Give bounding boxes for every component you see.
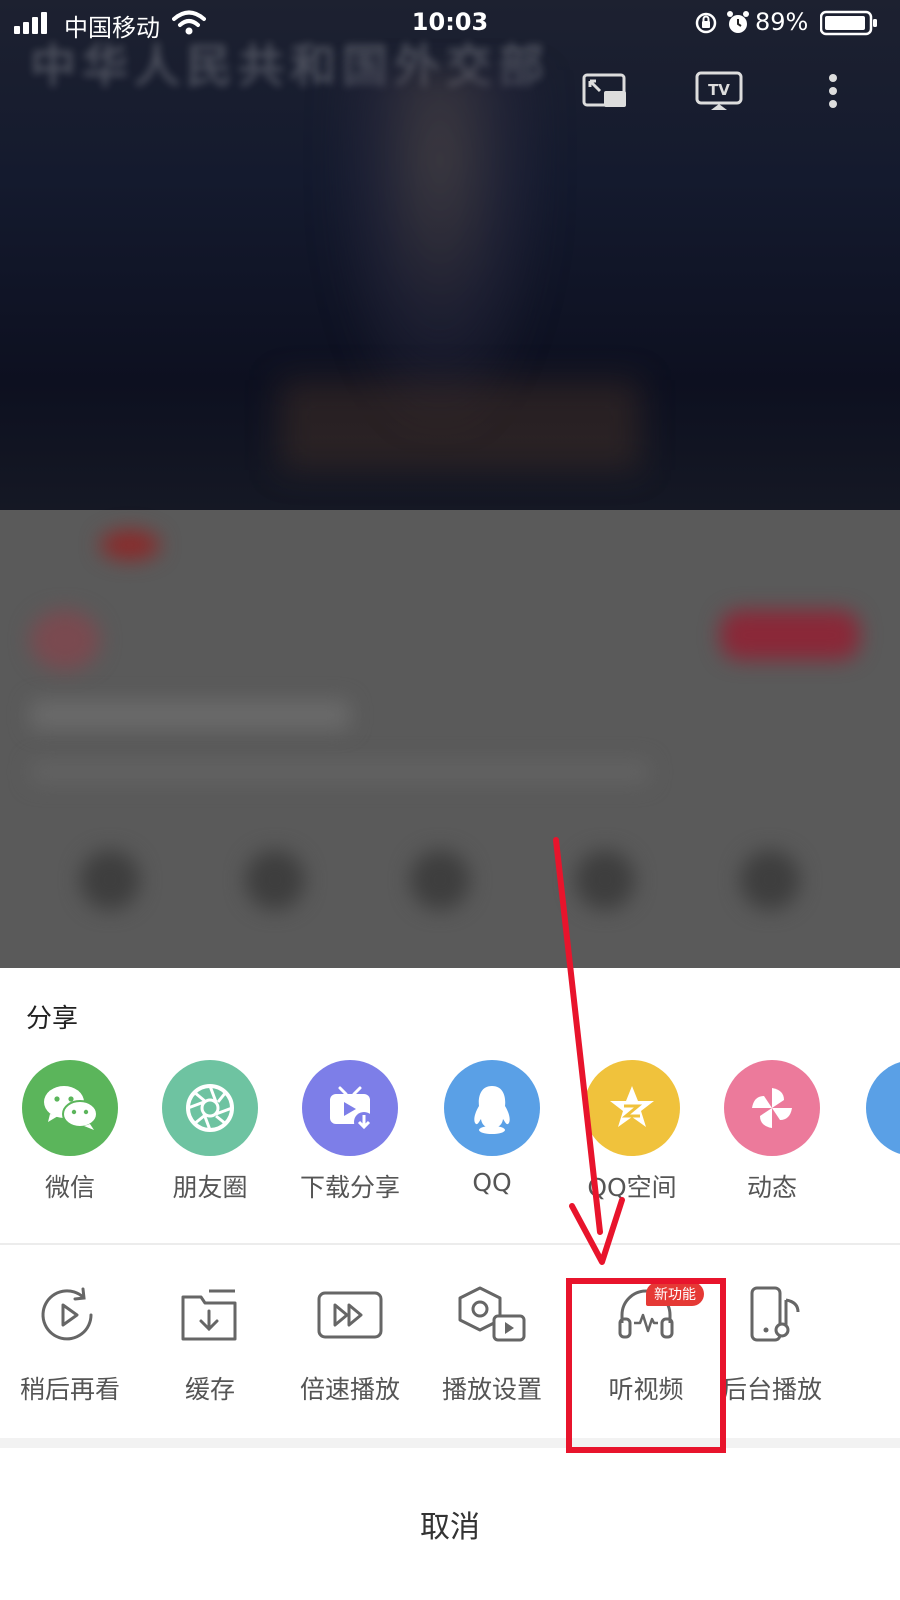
- share-label: QQ: [472, 1168, 512, 1197]
- share-download[interactable]: 下载分享: [278, 1060, 422, 1204]
- share-qq[interactable]: QQ: [420, 1060, 564, 1197]
- video-player-background: 中华人民共和国外交部: [0, 0, 900, 510]
- moments-icon: [162, 1060, 258, 1156]
- share-moments[interactable]: 朋友圈: [138, 1060, 282, 1204]
- action-label: 稍后再看: [19, 1375, 120, 1404]
- cache-icon: [170, 1280, 250, 1350]
- share-label: 微信: [44, 1173, 95, 1202]
- action-label: 倍速播放: [299, 1375, 400, 1404]
- share-label: 动态: [746, 1173, 797, 1202]
- share-qzone[interactable]: QQ空间: [560, 1060, 704, 1204]
- dynamic-icon: [724, 1060, 820, 1156]
- sheet-title: 分享: [26, 1004, 79, 1034]
- annotation-highlight-box: [566, 1278, 726, 1453]
- watch-later-button[interactable]: 稍后再看: [0, 1280, 142, 1406]
- actions-row: 稍后再看 缓存 倍速播放 播放设置 听视频 后台播放: [0, 1280, 900, 1420]
- play-settings-icon: [452, 1280, 532, 1350]
- more-icon[interactable]: [806, 68, 860, 114]
- status-bar: 中国移动 10:03 89%: [0, 0, 900, 46]
- speed-play-icon: [310, 1280, 390, 1350]
- share-bottom-sheet: 分享 微信 朋友圈 下载分享 QQ QQ空间 动态 稍后再看 缓存 倍速播放 播…: [0, 968, 900, 1600]
- sheet-separator: [0, 1438, 900, 1448]
- share-wechat[interactable]: 微信: [0, 1060, 142, 1204]
- rotation-lock-icon: [694, 11, 718, 41]
- share-dynamic[interactable]: 动态: [700, 1060, 844, 1204]
- action-label: 缓存: [184, 1375, 235, 1404]
- share-label: 下载分享: [299, 1173, 400, 1202]
- wechat-icon: [22, 1060, 118, 1156]
- qzone-icon: [584, 1060, 680, 1156]
- battery-icon: [819, 10, 880, 42]
- tv-cast-icon[interactable]: TV: [692, 68, 746, 114]
- play-settings-button[interactable]: 播放设置: [420, 1280, 564, 1406]
- battery-percentage: 89%: [755, 8, 809, 36]
- alarm-icon: [726, 10, 750, 42]
- video-frame-blurred: [330, 70, 550, 430]
- speed-play-button[interactable]: 倍速播放: [278, 1280, 422, 1406]
- qq-icon: [444, 1060, 540, 1156]
- cancel-button[interactable]: 取消: [0, 1448, 900, 1600]
- divider: [0, 1243, 900, 1245]
- svg-text:TV: TV: [708, 81, 730, 99]
- cache-button[interactable]: 缓存: [138, 1280, 282, 1406]
- share-targets-row: 微信 朋友圈 下载分享 QQ QQ空间 动态: [0, 1060, 900, 1210]
- share-label: QQ空间: [587, 1173, 677, 1202]
- share-label: 朋友圈: [172, 1173, 248, 1202]
- page-content-blurred: [0, 510, 900, 970]
- pip-icon[interactable]: [578, 68, 632, 114]
- background-play-icon: [732, 1280, 812, 1350]
- action-label: 播放设置: [441, 1375, 542, 1404]
- download-share-icon: [302, 1060, 398, 1156]
- share-next-partial[interactable]: [866, 1060, 900, 1156]
- video-frame-blurred-desk: [280, 380, 640, 470]
- watch-later-icon: [30, 1280, 110, 1350]
